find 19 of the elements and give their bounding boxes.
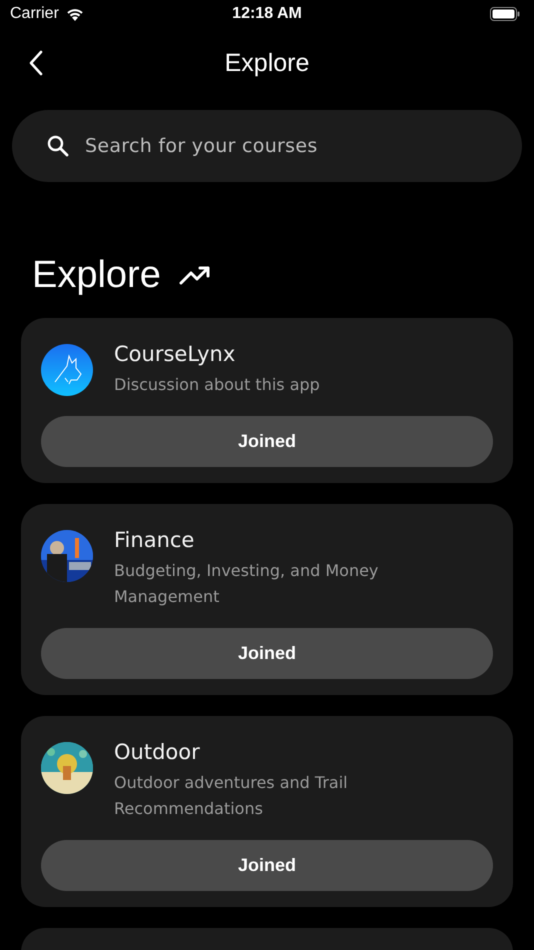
course-description: Outdoor adventures and Trail Recommendations (114, 772, 349, 820)
lynx-logo-icon (41, 344, 93, 396)
screen-title: Explore (224, 48, 310, 78)
course-name: Finance (114, 528, 196, 552)
course-name: CourseLynx (114, 342, 236, 366)
joined-button[interactable]: Joined (41, 628, 493, 679)
status-time: 12:18 AM (232, 5, 302, 23)
wifi-icon (64, 6, 85, 22)
battery-icon (490, 7, 520, 21)
joined-button[interactable]: Joined (41, 416, 493, 467)
course-description: Discussion about this app (114, 374, 321, 396)
section-title: Explore (32, 254, 161, 296)
joined-button[interactable]: Joined (41, 840, 493, 891)
trending-icon (178, 265, 211, 285)
course-description: Budgeting, Investing, and Money Management (114, 560, 380, 608)
carrier-label: Carrier (10, 5, 59, 23)
course-name: Outdoor (114, 740, 201, 764)
search-field[interactable]: Search for your courses (12, 110, 522, 182)
search-icon (46, 134, 70, 158)
